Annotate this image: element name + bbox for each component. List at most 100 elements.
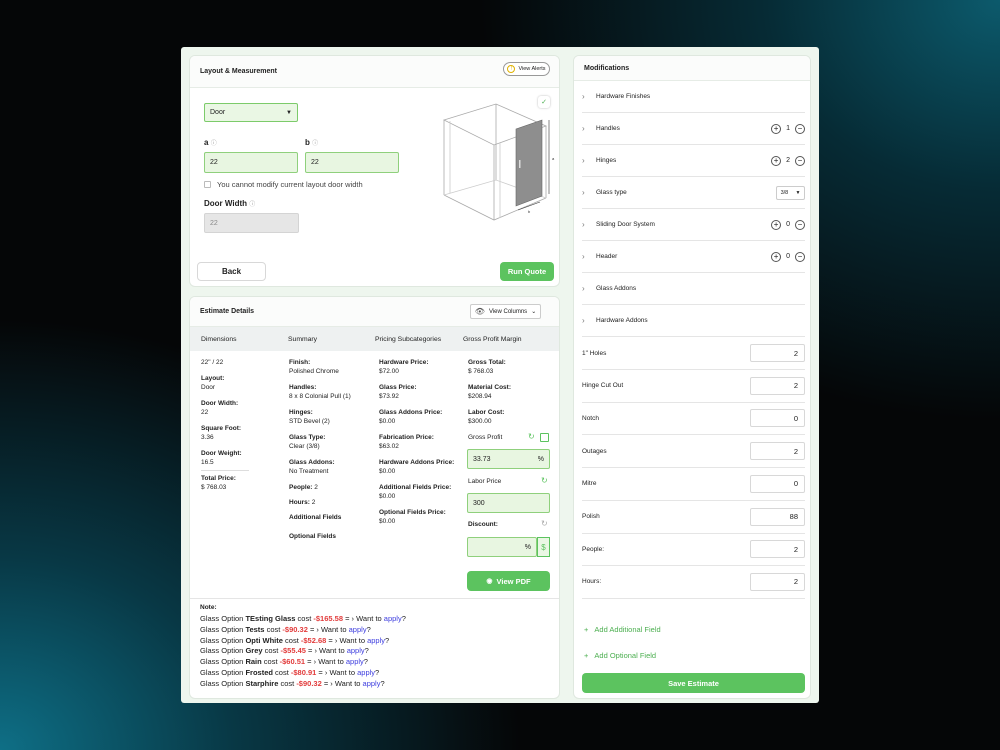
gross-profit-checkbox[interactable] [540, 433, 549, 442]
gross-profit-value: 33.73 [473, 455, 491, 463]
field-input[interactable]: 2 [750, 376, 805, 395]
field-label: Mitre [582, 480, 597, 488]
field-row: Outages 2 [582, 435, 805, 469]
percent-unit: % [524, 543, 531, 551]
glass-option-note: Glass Option Opti White cost -$52.68 = ›… [200, 635, 390, 645]
labor-price-input[interactable]: 300 [467, 493, 550, 513]
dimensions-column: 22" / 22 Layout: Door Door Width: 22 Squar… [201, 358, 249, 492]
column-header: Summary [288, 335, 318, 343]
modification-row[interactable]: › Hardware Addons [582, 305, 805, 337]
field-input[interactable]: 0 [750, 474, 805, 493]
glass-option-note: Glass Option Tests cost -$90.32 = › Want… [200, 624, 371, 634]
modifications-card: Modifications › Hardware Finishes › Handles… [573, 55, 811, 699]
info-icon: ⓘ [312, 141, 319, 147]
glass-type-select[interactable]: 3/8 ▼ [776, 185, 805, 200]
minus-icon[interactable]: − [795, 123, 805, 134]
field-row: Hours: 2 [582, 566, 805, 599]
apply-link[interactable]: apply [363, 679, 381, 688]
plus-icon[interactable]: + [771, 251, 782, 262]
gross-profit-input[interactable]: 33.73 % [467, 449, 550, 469]
field-row: Mitre 0 [582, 468, 805, 501]
plus-icon[interactable]: + [771, 155, 782, 166]
minus-icon[interactable]: − [795, 251, 805, 262]
apply-link[interactable]: apply [357, 668, 375, 677]
view-columns-button[interactable]: 👁 View Columns ⌄ [470, 304, 541, 319]
add-additional-field-button[interactable]: + Add Additional Field [584, 625, 661, 634]
eye-icon: 👁 [474, 307, 485, 316]
minus-icon[interactable]: − [795, 219, 805, 230]
plus-icon: + [584, 651, 589, 660]
refresh-icon[interactable]: ↻ [528, 432, 535, 441]
shower-layout-diagram: a b [442, 103, 555, 221]
a-input[interactable]: 22 [204, 152, 298, 173]
modification-label: Hardware Finishes [596, 93, 651, 100]
field-input[interactable]: 2 [750, 344, 805, 362]
back-button[interactable]: Back [197, 262, 266, 281]
modification-count: 2 [786, 157, 790, 164]
checkbox-icon [204, 181, 211, 188]
discount-input[interactable]: % [467, 537, 537, 557]
field-input[interactable]: 0 [750, 409, 805, 428]
modification-row[interactable]: › Hardware Finishes [582, 81, 805, 113]
dollar-toggle[interactable]: $ [537, 537, 550, 557]
field-label: People: [582, 545, 605, 553]
refresh-icon[interactable]: ↻ [541, 519, 548, 528]
glass-option-note: Glass Option Frosted cost -$80.91 = › Wa… [200, 667, 380, 677]
modification-label: Glass type [596, 189, 627, 196]
chevron-right-icon: › [582, 316, 585, 325]
edit-icon[interactable]: ✓ [538, 96, 550, 108]
minus-icon[interactable]: − [795, 155, 805, 166]
apply-link[interactable]: apply [367, 636, 385, 645]
modification-row[interactable]: › Glass type 3/8 ▼ [582, 177, 805, 209]
field-label: Notch [582, 414, 599, 422]
plus-icon[interactable]: + [771, 123, 782, 134]
field-input[interactable]: 2 [750, 572, 805, 591]
layout-select[interactable]: Door ▼ [204, 103, 298, 122]
field-label: Hours: [582, 578, 602, 586]
add-optional-field-button[interactable]: + Add Optional Field [584, 651, 656, 660]
modification-label: Hardware Addons [596, 317, 648, 324]
chevron-right-icon: › [582, 92, 585, 101]
chevron-right-icon: › [582, 252, 585, 261]
field-input[interactable]: 88 [750, 507, 805, 526]
apply-link[interactable]: apply [349, 625, 367, 634]
apply-link[interactable]: apply [347, 646, 365, 655]
field-row: Polish 88 [582, 501, 805, 534]
field-input[interactable]: 2 [750, 442, 805, 461]
field-label: Outages [582, 447, 607, 455]
field-label: Polish [582, 513, 600, 520]
glass-option-note: Glass Option Starphire cost -$90.32 = › … [200, 678, 385, 688]
run-quote-button[interactable]: Run Quote [500, 262, 554, 281]
view-pdf-button[interactable]: ◉ View PDF [467, 571, 550, 591]
labor-price-label: Labor Price [468, 478, 502, 485]
save-estimate-button[interactable]: Save Estimate [582, 673, 805, 693]
modification-row[interactable]: › Hinges +2− [582, 145, 805, 177]
view-columns-label: View Columns [488, 308, 528, 315]
modification-count: 1 [786, 125, 790, 132]
eye-icon: ◉ [486, 578, 493, 585]
info-icon: ⓘ [249, 202, 256, 208]
note-title: Note: [200, 604, 217, 611]
svg-text:a: a [552, 156, 555, 161]
refresh-icon[interactable]: ↻ [541, 476, 548, 485]
door-width-lock-checkbox[interactable]: You cannot modify current layout door wi… [204, 180, 363, 189]
view-alerts-button[interactable]: ! View Alerts [503, 62, 550, 76]
modification-row[interactable]: › Header +0− [582, 241, 805, 273]
divider [190, 598, 559, 599]
estimate-card: Estimate Details 👁 View Columns ⌄ Dimens… [189, 296, 560, 699]
modification-row[interactable]: › Handles +1− [582, 113, 805, 145]
apply-link[interactable]: apply [346, 657, 364, 666]
door-width-label: Door Width ⓘ [204, 199, 256, 208]
b-input[interactable]: 22 [305, 152, 399, 173]
chevron-down-icon: ▼ [795, 189, 801, 196]
a-label: a ⓘ [204, 138, 217, 147]
modification-row[interactable]: › Sliding Door System +0− [582, 209, 805, 241]
checkbox-label: You cannot modify current layout door wi… [217, 180, 363, 189]
summary-column: Finish: Polished Chrome Handles: 8 x 8 Col… [289, 359, 351, 540]
plus-icon[interactable]: + [771, 219, 782, 230]
info-icon: ⓘ [210, 141, 217, 147]
field-row: People: 2 [582, 533, 805, 567]
apply-link[interactable]: apply [384, 614, 402, 623]
modification-row[interactable]: › Glass Addons [582, 273, 805, 305]
field-input[interactable]: 2 [750, 540, 805, 559]
